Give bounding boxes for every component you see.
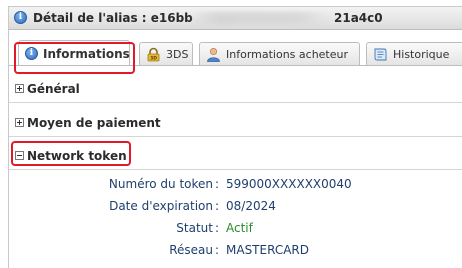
lock-3ds-icon: 3D xyxy=(147,47,160,62)
collapse-minus-icon[interactable] xyxy=(15,151,24,160)
info-icon: i xyxy=(14,11,27,24)
token-number-value: 599000XXXXXX0040 xyxy=(226,177,352,191)
tab-label: 3DS xyxy=(166,48,189,61)
section-payment-method-header[interactable]: Moyen de paiement xyxy=(9,111,462,135)
alias-detail-content: Général Moyen de paiement Network token … xyxy=(8,70,462,268)
field-network: Réseau : MASTERCARD xyxy=(169,243,309,257)
info-icon: i xyxy=(25,47,38,60)
tab-bar: i Informations 3D 3DS Informations achet… xyxy=(8,30,462,70)
field-label: Statut xyxy=(176,221,213,235)
expand-plus-icon[interactable] xyxy=(15,84,24,93)
window-titlebar: i Détail de l'alias : e16bb 21a4c0 xyxy=(8,6,462,30)
history-icon xyxy=(374,48,387,61)
divider xyxy=(9,136,462,137)
section-general-label: Général xyxy=(27,82,80,96)
tab-historique[interactable]: Historique xyxy=(366,42,462,66)
network-value: MASTERCARD xyxy=(226,243,309,257)
expand-plus-icon[interactable] xyxy=(15,118,24,127)
field-token-number: Numéro du token : 599000XXXXXX0040 xyxy=(108,177,352,191)
tab-informations-acheteur[interactable]: Informations acheteur xyxy=(199,42,360,66)
tab-3ds[interactable]: 3D 3DS xyxy=(139,42,193,66)
divider xyxy=(9,169,462,170)
tab-label: Historique xyxy=(393,48,450,61)
alias-detail-window: i Détail de l'alias : e16bb 21a4c0 i Inf… xyxy=(0,0,462,268)
divider xyxy=(9,102,462,103)
status-value: Actif xyxy=(226,221,253,235)
tab-label: Informations acheteur xyxy=(226,48,349,61)
section-payment-method-label: Moyen de paiement xyxy=(27,116,161,130)
section-general-header[interactable]: Général xyxy=(9,77,462,101)
field-expiration-date: Date d'expiration : 08/2024 xyxy=(109,199,276,213)
tab-informations[interactable]: i Informations xyxy=(18,40,130,66)
tab-label: Informations xyxy=(43,47,130,61)
field-status: Statut : Actif xyxy=(176,221,253,235)
field-label: Date d'expiration xyxy=(109,199,213,213)
expiration-date-value: 08/2024 xyxy=(226,199,276,213)
field-label: Numéro du token xyxy=(108,177,213,191)
svg-text:3D: 3D xyxy=(150,56,157,62)
section-network-token-label: Network token xyxy=(27,149,127,163)
window-title: Détail de l'alias : e16bb xyxy=(33,11,193,25)
section-network-token-header[interactable]: Network token xyxy=(9,144,462,168)
tab-bar-baseline xyxy=(9,65,462,66)
user-icon xyxy=(207,47,220,62)
field-label: Réseau xyxy=(169,243,213,257)
window-title-suffix: 21a4c0 xyxy=(334,11,383,25)
redacted-alias-part xyxy=(189,12,329,25)
